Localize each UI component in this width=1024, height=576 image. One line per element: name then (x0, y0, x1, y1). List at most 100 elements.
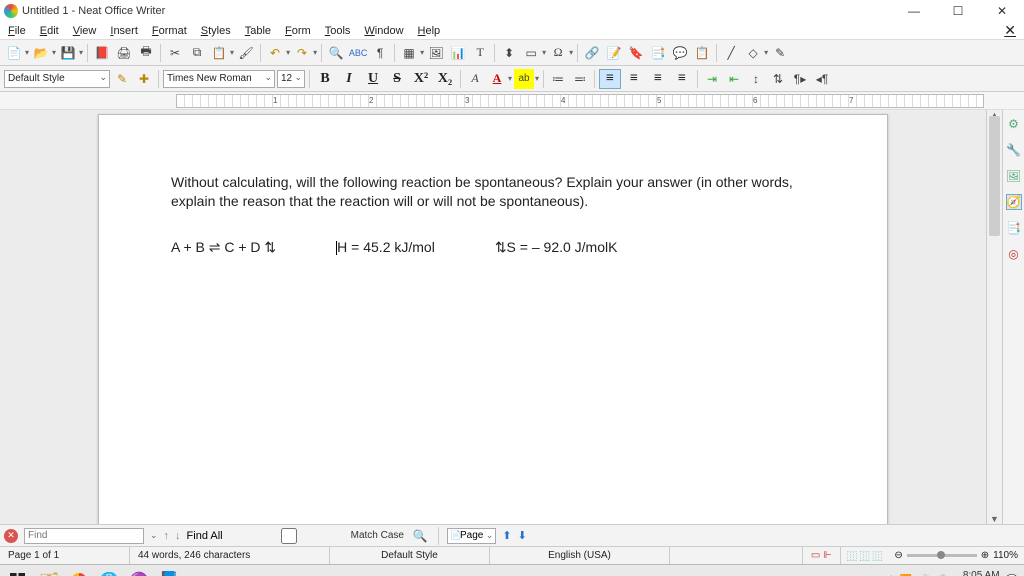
bookmark-icon[interactable]: 🔖 (626, 43, 646, 63)
rtl-icon[interactable]: ◂¶ (812, 69, 832, 89)
horizontal-ruler[interactable]: 1 2 3 4 5 6 7 (0, 92, 1024, 110)
scroll-thumb[interactable] (989, 116, 1000, 236)
find-prev-icon[interactable]: ↑ (164, 530, 170, 542)
sidebar-styles-icon[interactable]: 🔧 (1006, 142, 1022, 158)
menu-form[interactable]: Form (279, 23, 317, 39)
hyperlink-icon[interactable]: 🔗 (582, 43, 602, 63)
sidebar-navigator-icon[interactable]: 🧭 (1006, 194, 1022, 210)
basic-shapes-icon[interactable]: ◇ (743, 43, 763, 63)
cross-ref-icon[interactable]: 📑 (648, 43, 668, 63)
insert-image-icon[interactable]: 🖼 (426, 43, 446, 63)
sidebar-page-icon[interactable]: 📑 (1006, 220, 1022, 236)
start-button[interactable] (0, 565, 34, 576)
new-style-icon[interactable]: ✚ (134, 69, 154, 89)
taskbar-chrome-icon[interactable] (64, 565, 94, 576)
page-area[interactable]: Without calculating, will the following … (0, 110, 986, 524)
underline-button[interactable]: U (362, 69, 384, 89)
zoom-in-icon[interactable]: ⊕ (981, 550, 989, 561)
draw-functions-icon[interactable]: ✎ (770, 43, 790, 63)
page-break-icon[interactable]: ⬍ (499, 43, 519, 63)
format-paintbrush-icon[interactable]: 🖌 (236, 43, 256, 63)
insert-textbox-icon[interactable]: T (470, 43, 490, 63)
taskbar-edge-icon[interactable]: 🌐 (94, 565, 124, 576)
taskbar-app-icon[interactable]: 🟣 (124, 565, 154, 576)
minimize-button[interactable]: — (896, 1, 932, 21)
ltr-icon[interactable]: ¶▸ (790, 69, 810, 89)
sidebar-gallery-icon[interactable]: 🖼 (1006, 168, 1022, 184)
italic-button[interactable]: I (338, 69, 360, 89)
strike-button[interactable]: S (386, 69, 408, 89)
insert-table-icon[interactable]: ▦ (399, 43, 419, 63)
pilcrow-icon[interactable]: ¶ (370, 43, 390, 63)
paste-icon[interactable]: 📋 (209, 43, 229, 63)
insert-field-icon[interactable]: ▭ (521, 43, 541, 63)
print-icon[interactable]: 🖨 (114, 43, 134, 63)
update-style-icon[interactable]: ✎ (112, 69, 132, 89)
highlight-icon[interactable]: ab (514, 69, 534, 89)
nav-prev-icon[interactable]: ⬆ (502, 529, 511, 542)
status-language[interactable]: English (USA) (490, 547, 670, 564)
sidebar-properties-icon[interactable]: ⚙ (1006, 116, 1022, 132)
cut-icon[interactable]: ✂ (165, 43, 185, 63)
menu-file[interactable]: File (2, 23, 32, 39)
find-next-icon[interactable]: ↓ (175, 530, 181, 542)
document-page[interactable]: Without calculating, will the following … (98, 114, 888, 524)
clear-formatting-icon[interactable]: A (465, 69, 485, 89)
zoom-slider[interactable] (907, 554, 977, 557)
navigate-by-combo[interactable]: Page (447, 528, 496, 544)
scroll-down-icon[interactable]: ▼ (987, 514, 1002, 524)
font-color-icon[interactable]: A (487, 69, 507, 89)
system-tray[interactable]: ^ 📶 🔊 🔋 8:05 AM 3/14/2021 💬 (883, 570, 1024, 576)
maximize-button[interactable]: ☐ (940, 1, 976, 21)
menu-table[interactable]: Table (239, 23, 277, 39)
font-size-combo[interactable]: 12 (277, 70, 305, 88)
sidebar-inspect-icon[interactable]: ◎ (1006, 246, 1022, 262)
redo-icon[interactable]: ↷ (292, 43, 312, 63)
footnote-icon[interactable]: 📝 (604, 43, 624, 63)
status-selection-mode[interactable]: ▭ ⊩ (803, 547, 841, 564)
document-close-button[interactable]: ✕ (998, 20, 1022, 41)
undo-icon[interactable]: ↶ (265, 43, 285, 63)
bullet-list-icon[interactable]: ≔ (548, 69, 568, 89)
align-right-icon[interactable]: ≡ (647, 69, 669, 89)
tray-clock[interactable]: 8:05 AM 3/14/2021 (955, 570, 1000, 576)
increase-indent-icon[interactable]: ⇥ (702, 69, 722, 89)
paragraph-1[interactable]: Without calculating, will the following … (171, 173, 815, 211)
find-icon[interactable]: 🔍 (326, 43, 346, 63)
status-word-count[interactable]: 44 words, 246 characters (130, 547, 330, 564)
status-style[interactable]: Default Style (330, 547, 490, 564)
close-findbar-icon[interactable]: ✕ (4, 529, 18, 543)
menu-styles[interactable]: Styles (195, 23, 237, 39)
close-button[interactable]: ✕ (984, 1, 1020, 21)
reaction-equation[interactable]: A + B ⇌ C + D ⇅ (171, 239, 276, 256)
spellcheck-icon[interactable]: ABC (348, 43, 368, 63)
superscript-button[interactable]: X² (410, 69, 432, 89)
align-justify-icon[interactable]: ≡ (671, 69, 693, 89)
track-changes-icon[interactable]: 📋 (692, 43, 712, 63)
open-icon[interactable]: 📂 (31, 43, 51, 63)
equation-row[interactable]: A + B ⇌ C + D ⇅ H = 45.2 kJ/mol ⇅S = – 9… (171, 239, 815, 256)
menu-insert[interactable]: Insert (104, 23, 144, 39)
status-insert-mode[interactable] (670, 547, 803, 564)
menu-help[interactable]: Help (412, 23, 447, 39)
subscript-button[interactable]: X₂ (434, 69, 456, 89)
special-char-icon[interactable]: Ω (548, 43, 568, 63)
align-left-icon[interactable]: ≡ (599, 69, 621, 89)
export-pdf-icon[interactable]: 📕 (92, 43, 112, 63)
taskbar-explorer-icon[interactable]: 🗂 (34, 565, 64, 576)
zoom-control[interactable]: ⊖ ⊕ 110% (888, 550, 1024, 561)
comment-icon[interactable]: 💬 (670, 43, 690, 63)
font-name-combo[interactable]: Times New Roman (163, 70, 275, 88)
menu-edit[interactable]: Edit (34, 23, 65, 39)
para-spacing-icon[interactable]: ⇅ (768, 69, 788, 89)
insert-chart-icon[interactable]: 📊 (448, 43, 468, 63)
menu-window[interactable]: Window (358, 23, 409, 39)
match-case-checkbox[interactable]: Match Case (229, 528, 404, 544)
menu-tools[interactable]: Tools (319, 23, 357, 39)
save-icon[interactable]: 💾 (58, 43, 78, 63)
find-input[interactable] (24, 528, 144, 544)
zoom-out-icon[interactable]: ⊖ (894, 550, 902, 561)
status-page[interactable]: Page 1 of 1 (0, 547, 130, 564)
line-spacing-icon[interactable]: ↕ (746, 69, 766, 89)
decrease-indent-icon[interactable]: ⇤ (724, 69, 744, 89)
